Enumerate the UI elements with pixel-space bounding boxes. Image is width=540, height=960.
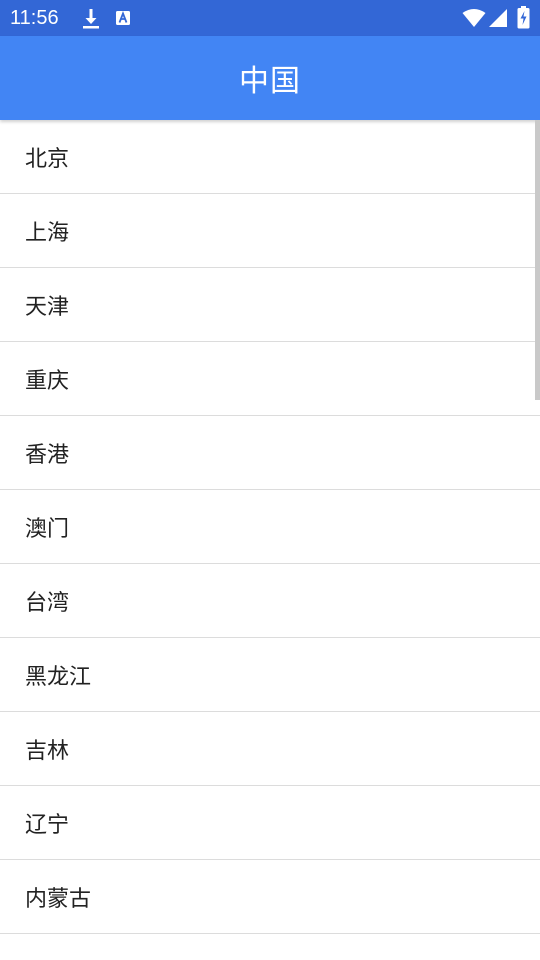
app-bar: 中国 (0, 36, 540, 120)
list-item-label: 重庆 (25, 368, 70, 394)
a-icon (116, 11, 130, 25)
list-item-label: 黑龙江 (25, 664, 92, 690)
list-item-label: 河北 (25, 955, 69, 960)
list-item[interactable]: 吉林 (0, 712, 540, 786)
list-item[interactable]: 黑龙江 (0, 638, 540, 712)
list-item-label: 上海 (25, 220, 70, 246)
list-item[interactable]: 香港 (0, 416, 540, 490)
list-item[interactable]: 辽宁 (0, 786, 540, 860)
list-item[interactable]: 上海 (0, 194, 540, 268)
list-item-label: 吉林 (25, 738, 70, 764)
status-time: 11:56 (10, 7, 59, 29)
list-item-label: 香港 (25, 442, 70, 468)
page-title: 中国 (239, 64, 301, 99)
list-item[interactable]: 内蒙古 (0, 860, 540, 934)
scrollbar-thumb[interactable] (535, 120, 540, 400)
status-bar: 11:56 (0, 0, 540, 36)
signal-icon (489, 9, 507, 27)
list-item-label: 内蒙古 (25, 886, 92, 912)
province-list[interactable]: 北京 上海 天津 重庆 香港 澳门 台湾 黑龙江 吉林 辽宁 内蒙古 河北 (0, 120, 540, 960)
list-item[interactable]: 重庆 (0, 342, 540, 416)
list-item-label: 天津 (25, 294, 70, 320)
download-icon (83, 9, 99, 29)
wifi-icon (462, 9, 486, 27)
list-item[interactable]: 天津 (0, 268, 540, 342)
list-item[interactable]: 北京 (0, 120, 540, 194)
list-item[interactable]: 台湾 (0, 564, 540, 638)
battery-icon (517, 6, 530, 29)
list-item-label: 北京 (25, 146, 70, 172)
list-item-label: 澳门 (25, 516, 70, 542)
list-item[interactable]: 河北 (0, 934, 540, 960)
list-item[interactable]: 澳门 (0, 490, 540, 564)
list-item-label: 辽宁 (25, 812, 70, 838)
list-item-label: 台湾 (25, 590, 70, 616)
